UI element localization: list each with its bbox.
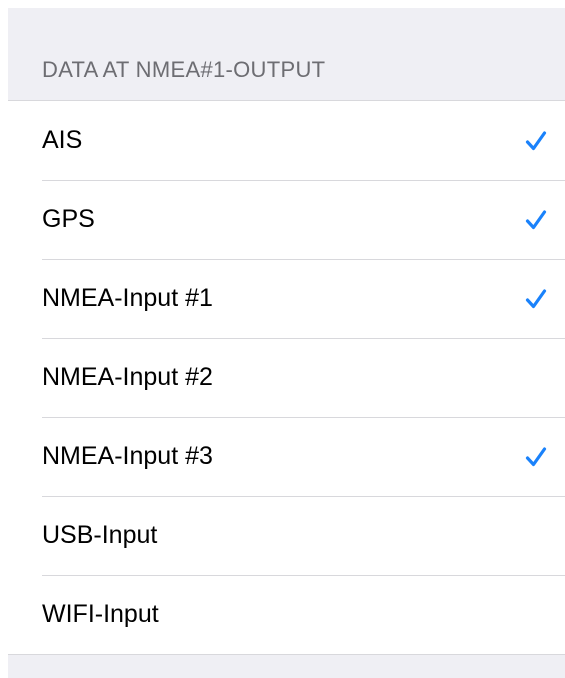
list-item-nmea-input-3[interactable]: NMEA-Input #3: [8, 417, 565, 496]
list-item-label: WIFI-Input: [42, 600, 159, 628]
list-item-wifi-input[interactable]: WIFI-Input: [8, 575, 565, 654]
list-item-label: USB-Input: [42, 521, 158, 549]
checkmark-icon: [525, 130, 547, 150]
checkmark-icon: [525, 209, 547, 229]
list-item-nmea-input-2[interactable]: NMEA-Input #2: [8, 338, 565, 417]
checkmark-icon: [525, 446, 547, 466]
list-item-label: NMEA-Input #1: [42, 284, 213, 312]
list-item-label: NMEA-Input #2: [42, 363, 213, 391]
list-item-ais[interactable]: AIS: [8, 101, 565, 180]
list-item-label: AIS: [42, 126, 83, 154]
list-item-gps[interactable]: GPS: [8, 180, 565, 259]
settings-page: DATA AT NMEA#1-OUTPUT AIS GPS NMEA-Input…: [0, 0, 565, 678]
output-data-list: AIS GPS NMEA-Input #1 NMEA-Input #2 NMEA…: [8, 100, 565, 655]
list-item-usb-input[interactable]: USB-Input: [8, 496, 565, 575]
list-item-label: GPS: [42, 205, 95, 233]
checkmark-icon: [525, 288, 547, 308]
list-item-label: NMEA-Input #3: [42, 442, 213, 470]
list-item-nmea-input-1[interactable]: NMEA-Input #1: [8, 259, 565, 338]
section-header: DATA AT NMEA#1-OUTPUT: [42, 57, 326, 82]
